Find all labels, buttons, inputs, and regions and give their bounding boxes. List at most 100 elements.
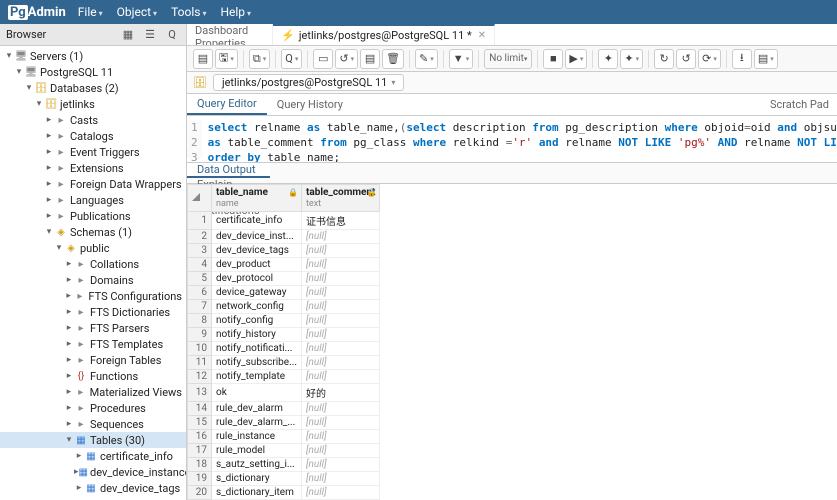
cell[interactable]: [null] <box>301 314 379 328</box>
menu-file[interactable]: File <box>78 5 103 19</box>
tree-node[interactable]: ▸▸Extensions <box>0 160 186 176</box>
column-header[interactable]: table_namename🔒 <box>212 185 302 212</box>
menu-object[interactable]: Object <box>117 5 157 19</box>
cell[interactable]: ok <box>212 384 302 402</box>
tree-node[interactable]: ▾🖥PostgreSQL 11 <box>0 64 186 80</box>
macros-button[interactable]: ▤ <box>754 49 778 69</box>
row-number[interactable]: 10 <box>188 342 212 356</box>
row-number[interactable]: 3 <box>188 244 212 258</box>
cell[interactable]: [null] <box>301 486 379 500</box>
tree-node[interactable]: ▾🖥Servers (1) <box>0 48 186 64</box>
cell[interactable]: device_gateway <box>212 286 302 300</box>
cell[interactable]: notify_history <box>212 328 302 342</box>
browser-search-icon[interactable]: Q <box>164 27 180 43</box>
cell[interactable]: rule_model <box>212 444 302 458</box>
table-row[interactable]: 19s_dictionary[null] <box>188 472 380 486</box>
table-row[interactable]: 2dev_device_inst...[null] <box>188 230 380 244</box>
save-button[interactable]: 🖫 <box>215 49 238 69</box>
connection-select[interactable]: jetlinks/postgres@PostgreSQL 11 <box>213 74 404 91</box>
tree-twisty[interactable]: ▸ <box>44 195 54 205</box>
tree-twisty[interactable]: ▸ <box>64 291 73 301</box>
table-row[interactable]: 17rule_model[null] <box>188 444 380 458</box>
tree-twisty[interactable]: ▸ <box>64 275 74 285</box>
row-number[interactable]: 19 <box>188 472 212 486</box>
table-row[interactable]: 3dev_device_tags[null] <box>188 244 380 258</box>
row-number[interactable]: 17 <box>188 444 212 458</box>
tree-twisty[interactable]: ▸ <box>64 403 74 413</box>
tree-node[interactable]: ▸▸FTS Templates <box>0 336 186 352</box>
tree-node[interactable]: ▸{}Functions <box>0 368 186 384</box>
rollback-button[interactable]: ↺ <box>676 49 696 69</box>
tree-twisty[interactable]: ▸ <box>64 419 74 429</box>
tree-node[interactable]: ▸▦certificate_info <box>0 448 186 464</box>
tree-node[interactable]: ▸▸Collations <box>0 256 186 272</box>
table-row[interactable]: 1certificate_info证书信息 <box>188 212 380 230</box>
row-number[interactable]: 6 <box>188 286 212 300</box>
tree-twisty[interactable]: ▸ <box>64 387 74 397</box>
close-icon[interactable]: ✕ <box>478 30 486 41</box>
grid-corner[interactable] <box>188 185 212 212</box>
table-row[interactable]: 12notify_template[null] <box>188 370 380 384</box>
explain-button[interactable]: ✦ <box>598 49 618 69</box>
tree-node[interactable]: ▾🗄Databases (2) <box>0 80 186 96</box>
tree-twisty[interactable]: ▸ <box>44 147 54 157</box>
tab-query-editor[interactable]: Query Editor <box>187 94 267 115</box>
cell[interactable]: [null] <box>301 472 379 486</box>
row-number[interactable]: 15 <box>188 416 212 430</box>
cell[interactable]: [null] <box>301 230 379 244</box>
cell[interactable]: [null] <box>301 430 379 444</box>
table-row[interactable]: 13ok好的 <box>188 384 380 402</box>
row-number[interactable]: 5 <box>188 272 212 286</box>
cell[interactable]: [null] <box>301 300 379 314</box>
clear-button[interactable]: ▤ <box>360 49 380 69</box>
erase-button[interactable]: ▭ <box>313 49 333 69</box>
table-row[interactable]: 4dev_product[null] <box>188 258 380 272</box>
tree-node[interactable]: ▸▦dev_device_instance <box>0 464 186 480</box>
row-number[interactable]: 14 <box>188 402 212 416</box>
find-button[interactable]: Q <box>281 49 302 69</box>
cell[interactable]: rule_instance <box>212 430 302 444</box>
row-number[interactable]: 18 <box>188 458 212 472</box>
browser-tree-icon[interactable]: ☰ <box>142 27 158 43</box>
cell[interactable]: dev_device_inst... <box>212 230 302 244</box>
menu-tools[interactable]: Tools <box>171 5 206 19</box>
tab-dashboard[interactable]: Dashboard <box>187 24 273 37</box>
row-limit-select[interactable]: No limit <box>484 49 532 69</box>
cell[interactable]: [null] <box>301 402 379 416</box>
tree-twisty[interactable]: ▾ <box>64 435 74 445</box>
filter-button[interactable]: ▼ <box>449 49 473 69</box>
tab-query-history[interactable]: Query History <box>267 94 353 115</box>
cell[interactable]: notify_subscribe... <box>212 356 302 370</box>
tree-twisty[interactable]: ▸ <box>64 307 74 317</box>
cell[interactable]: network_config <box>212 300 302 314</box>
tree-node[interactable]: ▸▸Materialized Views <box>0 384 186 400</box>
table-row[interactable]: 8notify_config[null] <box>188 314 380 328</box>
tree-node[interactable]: ▸▦dev_device_tags <box>0 480 186 496</box>
row-number[interactable]: 2 <box>188 230 212 244</box>
cell[interactable]: notify_config <box>212 314 302 328</box>
table-row[interactable]: 15rule_dev_alarm_...[null] <box>188 416 380 430</box>
tree-twisty[interactable]: ▾ <box>54 243 64 253</box>
tree-node[interactable]: ▸▸Event Triggers <box>0 144 186 160</box>
copy-button[interactable]: ⧉ <box>249 49 270 69</box>
tree-twisty[interactable]: ▸ <box>44 131 54 141</box>
table-row[interactable]: 10notify_notificati...[null] <box>188 342 380 356</box>
tree-twisty[interactable]: ▸ <box>44 211 54 221</box>
trash-button[interactable]: 🗑 <box>382 49 404 69</box>
browser-grid-icon[interactable]: ▦ <box>120 27 136 43</box>
cell[interactable]: rule_dev_alarm_... <box>212 416 302 430</box>
cell[interactable]: dev_product <box>212 258 302 272</box>
sql-code[interactable]: select relname as table_name,(select des… <box>202 120 837 158</box>
tree-node[interactable]: ▸▦dev_product <box>0 496 186 500</box>
cell[interactable]: dev_protocol <box>212 272 302 286</box>
tree-twisty[interactable]: ▸ <box>74 483 84 493</box>
output-tab-data-output[interactable]: Data Output <box>187 163 270 178</box>
tree-twisty[interactable]: ▾ <box>4 51 14 61</box>
tree-twisty[interactable]: ▸ <box>44 179 54 189</box>
tree-twisty[interactable]: ▸ <box>44 115 54 125</box>
tree-twisty[interactable]: ▸ <box>74 451 84 461</box>
execute-button[interactable]: ▶ <box>565 49 587 69</box>
table-row[interactable]: 5dev_protocol[null] <box>188 272 380 286</box>
tree-twisty[interactable]: ▾ <box>24 83 34 93</box>
tree-twisty[interactable]: ▸ <box>64 259 74 269</box>
